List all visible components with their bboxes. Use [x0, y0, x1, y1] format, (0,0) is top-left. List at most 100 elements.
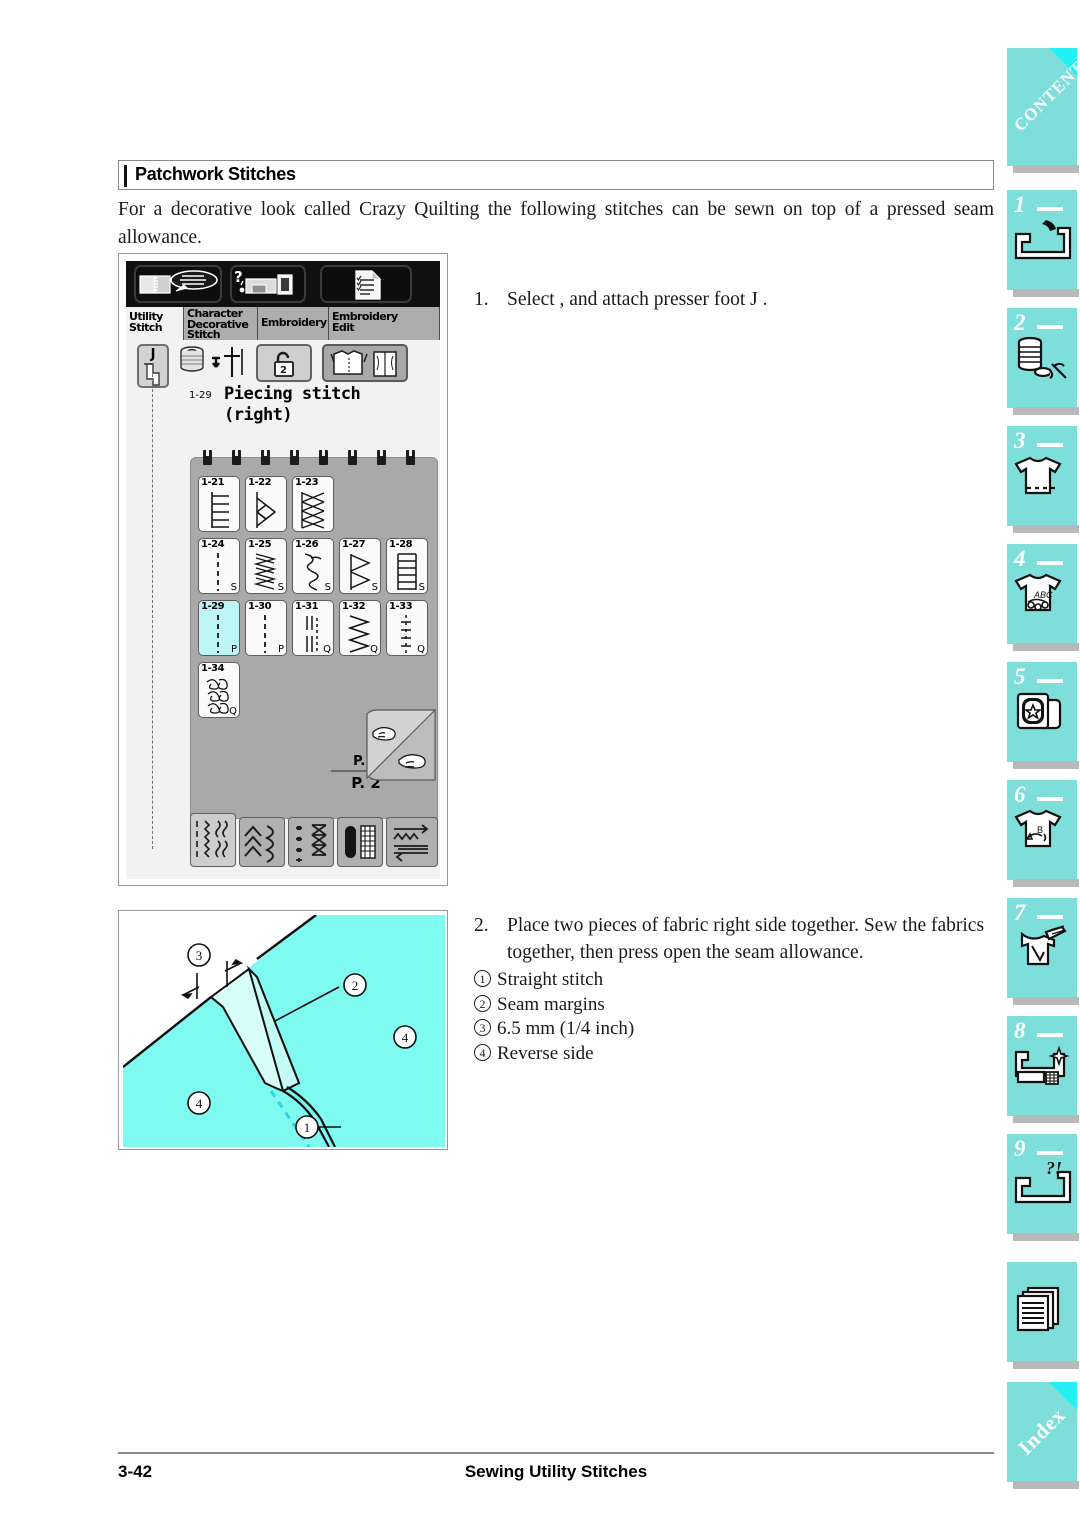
sidebar-tab-appendix[interactable] [1007, 1262, 1079, 1369]
tab-character-decorative-stitch[interactable]: Character Decorative Stitch [184, 307, 258, 340]
illustration-frame: 3 2 4 4 1 [118, 910, 448, 1150]
tab-index-dash [1037, 797, 1063, 801]
callout-item: 4 Reverse side [474, 1042, 996, 1067]
needle-down-icon [212, 347, 243, 377]
stitch-code: 1-25 [248, 539, 272, 550]
lcd-tab-strip: Utility Stitch Character Decorative Stitch … [126, 307, 440, 340]
title-accent-bar [124, 165, 127, 187]
sidebar-tab-index[interactable]: Index [1007, 1382, 1079, 1489]
tab-index-number: 6 [1014, 782, 1026, 807]
stitch-button-1-31[interactable]: 1-31 Q [292, 600, 334, 656]
tab-index-number: 5 [1014, 664, 1026, 689]
intro-paragraph: For a decorative look called Crazy Quilt… [118, 199, 994, 248]
sidebar-tab-1-sewing-machine[interactable]: 1 [1007, 190, 1079, 297]
garment-select-button[interactable] [322, 344, 408, 382]
section-title-box: Patchwork Stitches [118, 160, 994, 190]
svg-text:ABC: ABC [1033, 590, 1053, 600]
stitch-suffix: S [277, 582, 284, 593]
sidebar-tab-6-embroidery-edit[interactable]: 6 B [1007, 780, 1079, 887]
stitch-code: 1-31 [295, 601, 319, 612]
tab-index-dash [1037, 561, 1063, 565]
tab-index-number: 3 [1014, 428, 1026, 453]
sidebar-tab-contents[interactable]: CONTENTS [1007, 48, 1080, 173]
callout-item: 2 Seam margins [474, 993, 996, 1018]
manual-guide-icon[interactable] [134, 265, 222, 303]
sidebar-tab-3-utility-stitch[interactable]: 3 [1007, 426, 1079, 533]
lcd-screenshot-frame: ? Utility Stitch Character Decorative St… [118, 253, 448, 886]
tab-shadow [1013, 1361, 1079, 1369]
callout-item: 1 Straight stitch [474, 968, 996, 993]
stitch-code: 1-27 [342, 539, 366, 550]
presser-foot-indicator: J [137, 344, 169, 388]
stitch-code: 1-28 [389, 539, 413, 550]
svg-text:4: 4 [402, 1030, 409, 1045]
tab-shadow [1013, 1481, 1079, 1489]
stitch-suffix: S [230, 582, 237, 593]
embroidery-edit-icon: B [1010, 806, 1074, 858]
category-utility-stitch[interactable] [190, 813, 236, 867]
svg-text:2: 2 [280, 365, 287, 376]
category-decorative-stitch[interactable] [239, 817, 285, 867]
manual-page: Patchwork Stitches For a decorative look… [0, 0, 1080, 1523]
tab-index-dash [1037, 915, 1063, 919]
needle-position-guide [152, 369, 153, 849]
stitch-code: 1-30 [248, 601, 272, 612]
step-2-number: 2. [474, 915, 489, 936]
machine-help-icon[interactable]: ? [230, 265, 306, 303]
tab-label: CONTENTS [1010, 49, 1080, 136]
stitch-lock-button[interactable]: 2 [256, 344, 312, 382]
stitch-button-1-28[interactable]: 1-28 S [386, 538, 428, 594]
stitch-button-1-23[interactable]: 1-23 [292, 476, 334, 532]
settings-list-icon[interactable] [320, 265, 412, 303]
stitch-button-1-34[interactable]: 1-34 Q [198, 662, 240, 718]
callout-label: Straight stitch [497, 969, 604, 990]
bobbin-icon [180, 346, 204, 372]
stitch-button-1-27[interactable]: 1-27 S [339, 538, 381, 594]
svg-text:3: 3 [196, 948, 203, 963]
stitch-button-1-24[interactable]: 1-24 S [198, 538, 240, 594]
svg-text:?!: ?! [1046, 1160, 1062, 1178]
sidebar-tab-9-troubleshooting[interactable]: 9 ?! [1007, 1134, 1079, 1241]
stitch-suffix: S [371, 582, 378, 593]
sidebar-tab-7-customizing[interactable]: 7 [1007, 898, 1079, 1005]
tab-embroidery-edit[interactable]: Embroidery Edit [329, 307, 440, 340]
svg-text:2: 2 [352, 978, 359, 993]
category-feed-direction[interactable] [386, 817, 438, 867]
customizing-icon [1010, 924, 1074, 976]
stitch-button-1-25[interactable]: 1-25 S [245, 538, 287, 594]
tab-shadow [1013, 525, 1079, 533]
stitch-code: 1-32 [342, 601, 366, 612]
stitch-button-1-33[interactable]: 1-33 Q [386, 600, 428, 656]
tab-index-number: 7 [1014, 900, 1026, 925]
stitch-button-1-32[interactable]: 1-32 Q [339, 600, 381, 656]
sidebar-tab-2-thread-bobbin[interactable]: 2 [1007, 308, 1079, 415]
page-turn-button[interactable] [365, 708, 437, 784]
tab-shadow [1013, 1233, 1079, 1241]
sidebar-tab-5-embroidery[interactable]: 5 [1007, 662, 1079, 769]
stitch-button-1-22[interactable]: 1-22 [245, 476, 287, 532]
spiral-binding-decoration [191, 448, 437, 466]
stitch-button-1-30[interactable]: 1-30 P [245, 600, 287, 656]
sidebar-tab-8-maintenance[interactable]: 8 [1007, 1016, 1079, 1123]
stitch-grid-panel: 1-21 1-22 1-23 1-24 S 1-25 S 1-26 S 1-27 S 1-28 S 1-2… [190, 448, 438, 819]
sidebar-tabs: CONTENTS 1 2 3 4 ABC 5 6 B 7 8 9 ?! Inde… [1003, 0, 1080, 1523]
stitch-button-1-29[interactable]: 1-29 P [198, 600, 240, 656]
stitch-code: 1-34 [201, 663, 225, 674]
stitch-suffix: Q [229, 706, 237, 717]
stitch-suffix: Q [417, 644, 425, 655]
callout-label: Seam margins [497, 993, 605, 1015]
embroidery-icon [1010, 688, 1074, 740]
step-2-callout-list: 1 Straight stitch 2 Seam margins 3 6.5 mm (1/… [474, 968, 996, 1066]
tab-embroidery[interactable]: Embroidery [258, 307, 329, 340]
category-buttonhole[interactable] [337, 817, 383, 867]
category-satin-stitch[interactable] [288, 817, 334, 867]
character-stitch-icon: ABC [1010, 570, 1074, 622]
stitch-button-1-21[interactable]: 1-21 [198, 476, 240, 532]
tab-utility-stitch[interactable]: Utility Stitch [126, 307, 184, 340]
thread-bobbin-icon [1010, 334, 1074, 386]
sidebar-tab-4-character-stitch[interactable]: 4 ABC [1007, 544, 1079, 651]
tab-index-dash [1037, 679, 1063, 683]
stitch-button-1-26[interactable]: 1-26 S [292, 538, 334, 594]
stitch-glyph-ladder-bar [199, 488, 239, 532]
stitch-code: 1-23 [295, 477, 319, 488]
